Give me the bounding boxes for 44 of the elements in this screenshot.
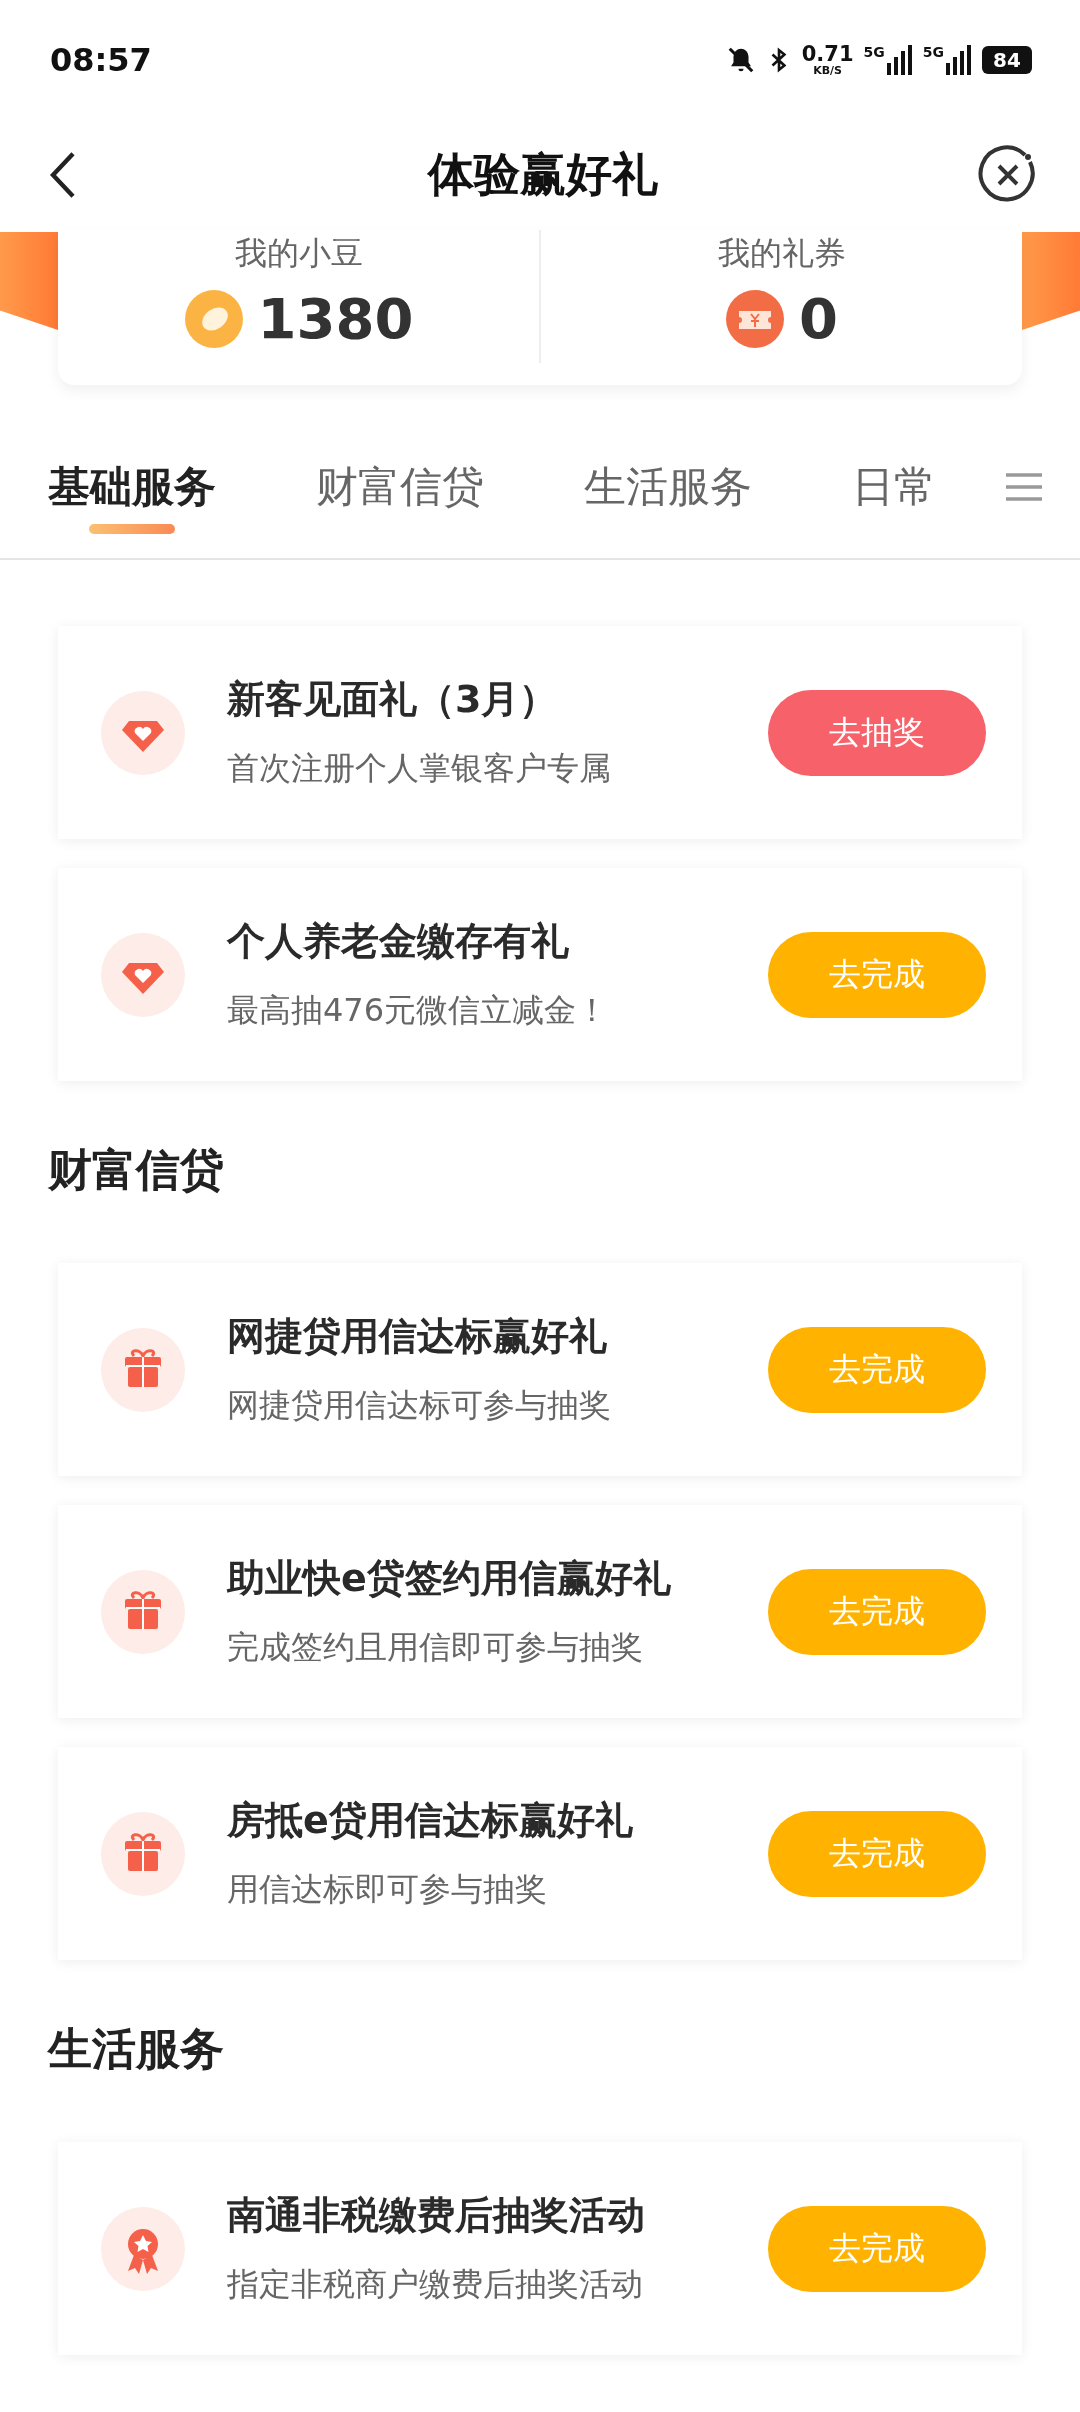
gift-icon [101,1327,185,1412]
task-title: 房抵e贷用信达标赢好礼 [227,1797,634,1844]
category-tab[interactable]: 日常 [852,430,936,539]
category-tab[interactable]: 生活服务 [584,430,752,539]
summary-label: 我的小豆 [234,233,363,274]
signal-icon [886,45,913,75]
task-title: 南通非税缴费后抽奖活动 [227,2192,646,2239]
category-tab[interactable]: 财富信贷 [316,430,484,539]
status-time: 08:57 [50,41,152,79]
task-title: 新客见面礼（3月） [227,676,559,723]
network-type: 5G [922,45,944,59]
signal-icon [946,45,972,75]
summary-value: 0 [799,286,838,351]
section-heading: 财富信贷 [48,1143,225,1197]
category-tab[interactable]: 基础服务 [48,430,216,539]
section-heading: 生活服务 [48,2022,225,2076]
battery-icon: 84 [982,46,1032,74]
task-description: 网捷贷用信达标可参与抽奖 [227,1385,612,1426]
task-title: 助业快e贷签约用信赢好礼 [227,1555,672,1602]
task-description: 完成签约且用信即可参与抽奖 [227,1627,644,1668]
medal-icon [101,2206,185,2291]
action-button[interactable]: 去完成 [768,1326,986,1413]
network-type: 5G [863,45,885,59]
page-title: 体验赢好礼 [428,146,658,203]
summary-value: 1380 [257,286,414,351]
action-button[interactable]: 去完成 [768,2205,986,2292]
action-button[interactable]: 去完成 [768,931,986,1018]
task-description: 指定非税商户缴费后抽奖活动 [227,2264,644,2305]
network-speed: 0.71 [801,44,854,65]
action-button[interactable]: 去完成 [768,1568,986,1655]
coupon-icon [725,288,785,349]
task-description: 用信达标即可参与抽奖 [227,1869,548,1910]
gift-icon [101,1811,185,1896]
menu-icon[interactable] [1006,472,1042,502]
task-description: 首次注册个人掌银客户专属 [227,748,612,789]
action-button[interactable]: 去抽奖 [768,689,986,776]
summary-label: 我的礼券 [717,233,846,274]
task-description: 最高抽476元微信立减金！ [227,990,610,1031]
task-title: 网捷贷用信达标赢好礼 [227,1313,608,1360]
bean-icon [183,288,244,349]
task-title: 个人养老金缴存有礼 [227,918,570,965]
speed-unit: KB/S [813,65,843,76]
gift-icon [101,1569,185,1654]
action-button[interactable]: 去完成 [768,1810,986,1897]
